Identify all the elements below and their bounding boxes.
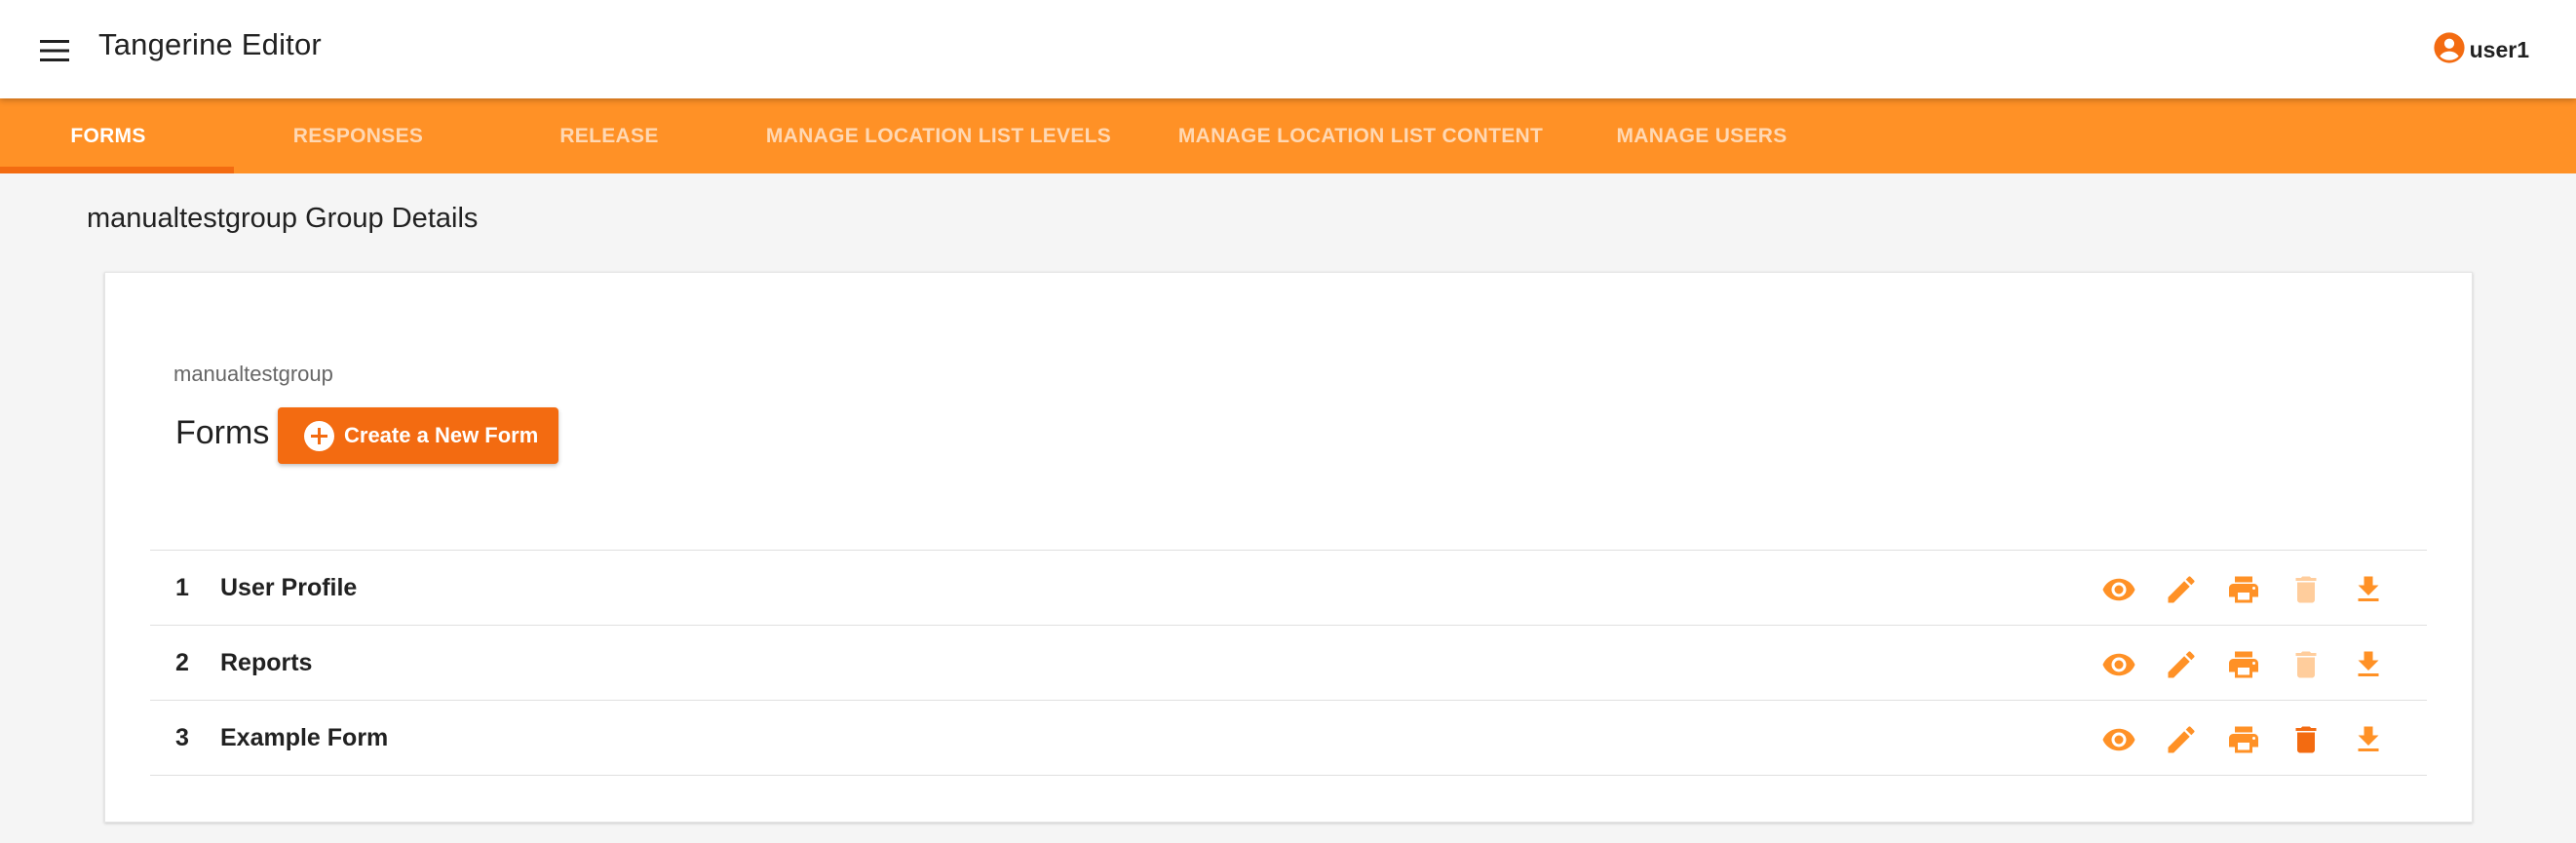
- print-icon[interactable]: [2224, 645, 2263, 684]
- page-title: manualtestgroup Group Details: [87, 203, 479, 234]
- trash-icon[interactable]: [2287, 720, 2326, 759]
- user-menu-button[interactable]: user1: [2433, 31, 2529, 69]
- form-number: 1: [175, 574, 189, 601]
- tab-responses[interactable]: RESPONSES: [263, 98, 453, 173]
- print-icon[interactable]: [2224, 570, 2263, 609]
- active-tab-indicator: [0, 167, 234, 173]
- tab-release[interactable]: RELEASE: [526, 98, 692, 173]
- form-row: 3 Example Form: [150, 701, 2427, 776]
- download-icon[interactable]: [2349, 720, 2388, 759]
- form-number: 3: [175, 724, 189, 751]
- eye-icon[interactable]: [2099, 570, 2138, 609]
- group-forms-card: manualtestgroup Forms Create a New Form …: [104, 272, 2473, 823]
- pencil-icon[interactable]: [2162, 645, 2201, 684]
- app-title: Tangerine Editor: [98, 27, 322, 61]
- form-row: 1 User Profile: [150, 551, 2427, 626]
- form-row-actions: [2099, 720, 2411, 759]
- group-name-label: manualtestgroup: [173, 362, 333, 386]
- menu-icon[interactable]: [35, 31, 74, 70]
- trash-icon: [2287, 570, 2326, 609]
- forms-list: 1 User Profile 2 Reports 3 Example Form: [150, 550, 2427, 776]
- pencil-icon[interactable]: [2162, 720, 2201, 759]
- form-row-actions: [2099, 570, 2411, 609]
- eye-icon[interactable]: [2099, 720, 2138, 759]
- download-icon[interactable]: [2349, 645, 2388, 684]
- forms-heading: Forms: [175, 414, 270, 451]
- pencil-icon[interactable]: [2162, 570, 2201, 609]
- eye-icon[interactable]: [2099, 645, 2138, 684]
- create-new-form-label: Create a New Form: [344, 423, 539, 447]
- username-label: user1: [2469, 36, 2529, 62]
- print-icon[interactable]: [2224, 720, 2263, 759]
- form-number: 2: [175, 649, 189, 676]
- tab-forms[interactable]: FORMS: [0, 98, 216, 173]
- download-icon[interactable]: [2349, 570, 2388, 609]
- form-title[interactable]: Example Form: [220, 724, 388, 752]
- form-title[interactable]: User Profile: [220, 574, 357, 602]
- form-title[interactable]: Reports: [220, 649, 312, 677]
- add-circle-icon: [304, 420, 334, 451]
- create-new-form-button[interactable]: Create a New Form: [278, 407, 558, 464]
- tab-manage-location-list-content[interactable]: MANAGE LOCATION LIST CONTENT: [1168, 98, 1554, 173]
- tab-manage-location-list-levels[interactable]: MANAGE LOCATION LIST LEVELS: [758, 98, 1119, 173]
- form-row: 2 Reports: [150, 626, 2427, 701]
- tab-manage-users[interactable]: MANAGE USERS: [1598, 98, 1805, 173]
- account-circle-icon: [2433, 31, 2466, 69]
- app-toolbar: Tangerine Editor user1: [0, 0, 2576, 98]
- form-row-actions: [2099, 645, 2411, 684]
- trash-icon: [2287, 645, 2326, 684]
- main-tab-bar: FORMS RESPONSES RELEASE MANAGE LOCATION …: [0, 98, 2576, 173]
